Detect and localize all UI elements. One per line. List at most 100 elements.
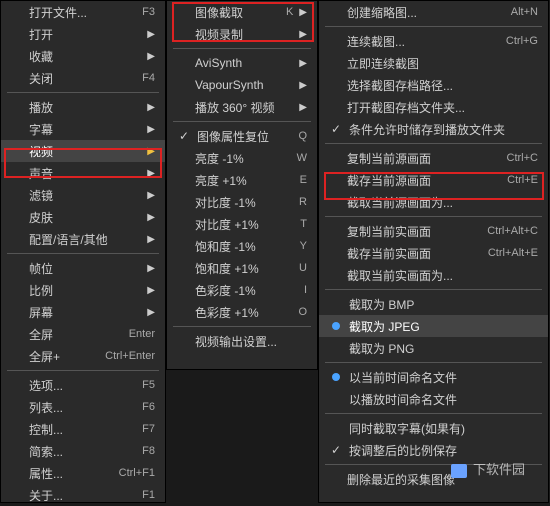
video-menu-item-5[interactable]: 播放 360° 视频▶ — [167, 96, 317, 118]
main-menu-item-11[interactable]: 配置/语言/其他▶ — [1, 228, 165, 250]
main-menu-item-23[interactable]: 属性...Ctrl+F1 — [1, 462, 165, 484]
main-menu-item-21[interactable]: 控制...F7 — [1, 418, 165, 440]
chevron-right-icon: ▶ — [147, 146, 155, 157]
chevron-right-icon: ▶ — [299, 80, 307, 91]
video-submenu: 图像截取K▶视频录制▶ AviSynth▶ VapourSynth ▶ 播放 360° … — [166, 0, 318, 370]
main-menu-item-3[interactable]: 关闭F4 — [1, 67, 165, 89]
capture-menu-item-26[interactable]: 删除最近的采集图像 — [319, 468, 548, 490]
chevron-right-icon: ▶ — [299, 58, 307, 69]
main-menu-item-1[interactable]: 打开 ▶ — [1, 23, 165, 45]
capture-menu-item-10[interactable]: 截取当前源画面为... — [319, 191, 548, 213]
main-menu-item-14[interactable]: 比例▶ — [1, 279, 165, 301]
chevron-right-icon: ▶ — [147, 307, 155, 318]
capture-menu-item-3[interactable]: 立即连续截图 — [319, 52, 548, 74]
menu-separator — [325, 216, 542, 217]
main-menu-item-5[interactable]: 播放▶ — [1, 96, 165, 118]
menu-item-shortcut: F8 — [142, 445, 155, 457]
menu-item-label: 复制当前实画面 — [347, 223, 431, 240]
menu-item-label: 简索... — [29, 443, 63, 460]
menu-item-label: 声音 — [29, 165, 53, 182]
main-menu-item-19[interactable]: 选项...F5 — [1, 374, 165, 396]
menu-item-label: 打开文件... — [29, 4, 87, 21]
video-menu-item-17[interactable]: 视频输出设置... — [167, 330, 317, 352]
capture-menu-item-2[interactable]: 连续截图...Ctrl+G — [319, 30, 548, 52]
video-menu-item-8[interactable]: 亮度 -1%W — [167, 147, 317, 169]
main-menu-item-15[interactable]: 屏幕▶ — [1, 301, 165, 323]
menu-item-shortcut: F3 — [142, 6, 155, 18]
menu-item-label: 对比度 +1% — [195, 216, 259, 233]
capture-menu-item-6[interactable]: ✓条件允许时储存到播放文件夹 — [319, 118, 548, 140]
main-menu-item-10[interactable]: 皮肤▶ — [1, 206, 165, 228]
capture-menu-item-8[interactable]: 复制当前源画面Ctrl+C — [319, 147, 548, 169]
menu-item-label: 饱和度 +1% — [195, 260, 259, 277]
menu-item-label: 字幕 — [29, 121, 53, 138]
radio-icon — [327, 322, 345, 330]
video-menu-item-12[interactable]: 饱和度 -1%Y — [167, 235, 317, 257]
menu-item-label: 色彩度 -1% — [195, 282, 256, 299]
capture-menu-item-5[interactable]: 打开截图存档文件夹... — [319, 96, 548, 118]
main-menu-item-9[interactable]: 滤镜▶ — [1, 184, 165, 206]
menu-item-label: 截取为 BMP — [349, 296, 414, 313]
main-menu-item-20[interactable]: 列表...F6 — [1, 396, 165, 418]
menu-separator — [325, 289, 542, 290]
video-menu-item-13[interactable]: 饱和度 +1%U — [167, 257, 317, 279]
capture-menu-item-16[interactable]: 截取为 BMP — [319, 293, 548, 315]
check-icon: ✓ — [327, 443, 345, 457]
chevron-right-icon: ▶ — [147, 190, 155, 201]
chevron-right-icon: ▶ — [147, 212, 155, 223]
capture-menu-item-20[interactable]: 以当前时间命名文件 — [319, 366, 548, 388]
menu-item-label: 播放 — [29, 99, 53, 116]
menu-item-shortcut: Ctrl+Alt+E — [488, 247, 538, 259]
chevron-right-icon: ▶ — [299, 7, 307, 18]
chevron-right-icon: ▶ — [147, 29, 155, 40]
check-icon: ✓ — [175, 129, 193, 143]
menu-item-label: VapourSynth — [195, 78, 264, 92]
menu-item-shortcut: Ctrl+G — [506, 35, 538, 47]
video-menu-item-14[interactable]: 色彩度 -1%I — [167, 279, 317, 301]
menu-separator — [173, 48, 311, 49]
capture-menu-item-17[interactable]: 截取为 JPEG — [319, 315, 548, 337]
main-menu-item-13[interactable]: 帧位▶ — [1, 257, 165, 279]
menu-item-label: 按调整后的比例保存 — [349, 442, 457, 459]
menu-item-shortcut: F5 — [142, 379, 155, 391]
main-menu-item-8[interactable]: 声音 ▶ — [1, 162, 165, 184]
video-menu-item-0[interactable]: 图像截取K▶ — [167, 1, 317, 23]
capture-menu-item-21[interactable]: 以播放时间命名文件 — [319, 388, 548, 410]
capture-menu-item-9[interactable]: 截存当前源画面Ctrl+E — [319, 169, 548, 191]
capture-menu-item-14[interactable]: 截取当前实画面为... — [319, 264, 548, 286]
video-menu-item-4[interactable]: VapourSynth ▶ — [167, 74, 317, 96]
menu-item-label: 复制当前源画面 — [347, 150, 431, 167]
menu-item-label: 截存当前源画面 — [347, 172, 431, 189]
video-menu-item-10[interactable]: 对比度 -1%R — [167, 191, 317, 213]
video-menu-item-11[interactable]: 对比度 +1%T — [167, 213, 317, 235]
main-menu-item-0[interactable]: 打开文件... F3 — [1, 1, 165, 23]
capture-menu-item-24[interactable]: ✓ 按调整后的比例保存 — [319, 439, 548, 461]
capture-menu-item-18[interactable]: 截取为 PNG — [319, 337, 548, 359]
menu-item-label: 打开 — [29, 26, 53, 43]
chevron-right-icon: ▶ — [147, 168, 155, 179]
video-menu-item-7[interactable]: ✓图像属性复位Q — [167, 125, 317, 147]
main-menu-item-16[interactable]: 全屏Enter — [1, 323, 165, 345]
capture-menu-item-4[interactable]: 选择截图存档路径... — [319, 74, 548, 96]
main-menu-item-22[interactable]: 简索... F8 — [1, 440, 165, 462]
menu-item-label: 播放 360° 视频 — [195, 99, 275, 116]
capture-menu-item-0[interactable]: 创建缩略图...Alt+N — [319, 1, 548, 23]
menu-item-label: 图像截取 — [195, 4, 243, 21]
menu-item-shortcut: Ctrl+Enter — [105, 350, 155, 362]
capture-menu-item-12[interactable]: 复制当前实画面 Ctrl+Alt+C — [319, 220, 548, 242]
video-menu-item-9[interactable]: 亮度 +1%E — [167, 169, 317, 191]
main-menu-item-6[interactable]: 字幕▶ — [1, 118, 165, 140]
menu-item-shortcut: F7 — [142, 423, 155, 435]
capture-menu-item-23[interactable]: 同时截取字幕(如果有) — [319, 417, 548, 439]
video-menu-item-1[interactable]: 视频录制▶ — [167, 23, 317, 45]
video-menu-item-3[interactable]: AviSynth▶ — [167, 52, 317, 74]
main-menu-item-7[interactable]: 视频▶ — [1, 140, 165, 162]
menu-separator — [173, 326, 311, 327]
main-menu-item-2[interactable]: 收藏▶ — [1, 45, 165, 67]
menu-item-shortcut: Ctrl+Alt+C — [487, 225, 538, 237]
main-menu-item-17[interactable]: 全屏+Ctrl+Enter — [1, 345, 165, 367]
video-menu-item-15[interactable]: 色彩度 +1%O — [167, 301, 317, 323]
menu-item-label: 全屏 — [29, 326, 53, 343]
capture-menu-item-13[interactable]: 截存当前实画面Ctrl+Alt+E — [319, 242, 548, 264]
menu-item-label: 同时截取字幕(如果有) — [349, 420, 465, 437]
